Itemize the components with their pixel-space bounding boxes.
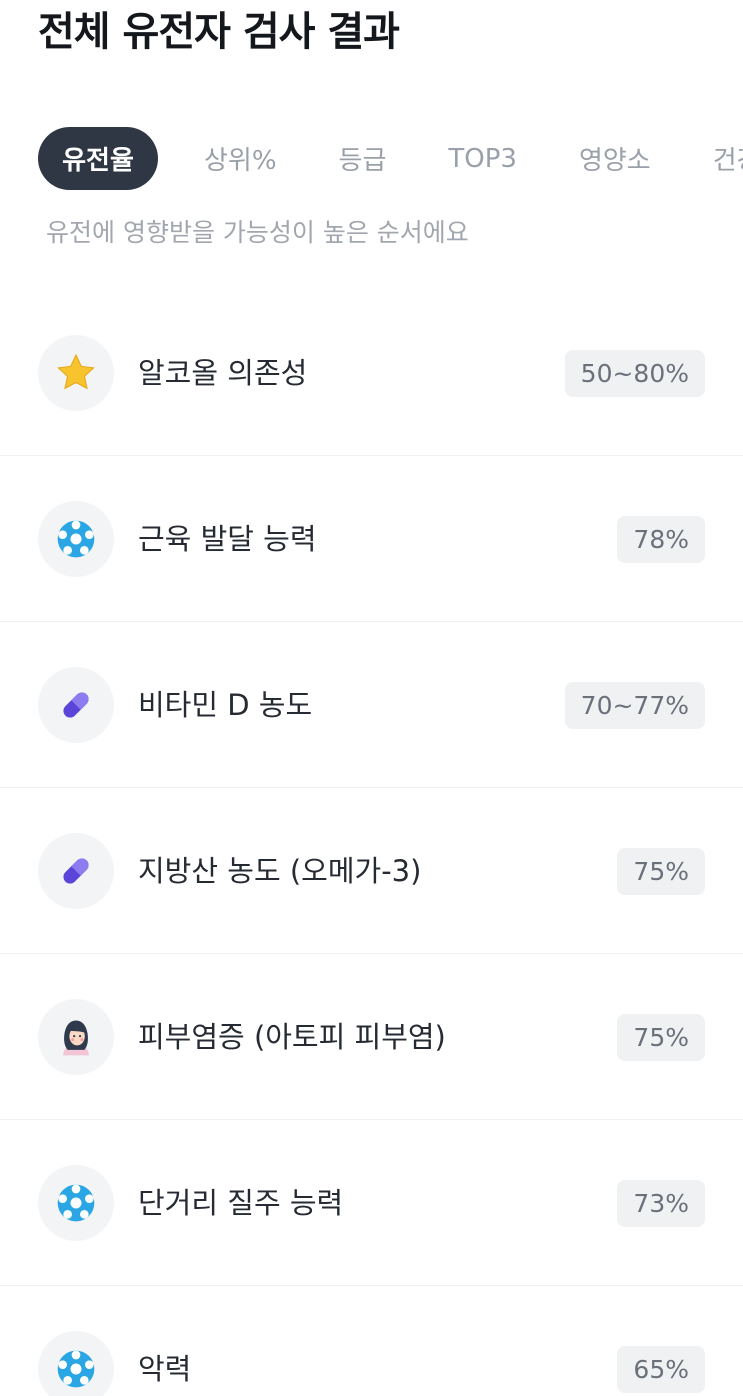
result-list: 알코올 의존성 50~80% 근육 발달 능력 78% 비타민 D 농도 70~… [0, 290, 743, 1396]
pill-icon [38, 667, 114, 743]
heritability-badge: 70~77% [564, 682, 705, 729]
item-label: 단거리 질주 능력 [138, 1186, 344, 1220]
heritability-badge: 75% [617, 1014, 705, 1061]
tab-top-percent[interactable]: 상위% [182, 127, 299, 190]
item-label: 악력 [138, 1352, 192, 1386]
heritability-badge: 65% [617, 1346, 705, 1393]
sort-description: 유전에 영향받을 가능성이 높은 순서에요 [46, 218, 469, 247]
heritability-badge: 50~80% [564, 350, 705, 397]
item-label: 알코올 의존성 [138, 356, 308, 390]
tab-health[interactable]: 건강 [691, 127, 743, 190]
list-item[interactable]: 단거리 질주 능력 73% [0, 1120, 743, 1286]
heritability-badge: 78% [617, 516, 705, 563]
list-item[interactable]: 비타민 D 농도 70~77% [0, 622, 743, 788]
tab-nutrients[interactable]: 영양소 [557, 127, 673, 190]
pill-icon [38, 833, 114, 909]
results-page: 전체 유전자 검사 결과 유전율 상위% 등급 TOP3 영양소 건강 유전에 … [0, 0, 743, 1396]
tab-top3[interactable]: TOP3 [426, 127, 539, 190]
woman-face-icon [38, 999, 114, 1075]
heritability-badge: 73% [617, 1180, 705, 1227]
soccer-ball-icon [38, 501, 114, 577]
page-title: 전체 유전자 검사 결과 [38, 9, 400, 55]
heritability-badge: 75% [617, 848, 705, 895]
list-item[interactable]: 악력 65% [0, 1286, 743, 1396]
soccer-ball-icon [38, 1165, 114, 1241]
tab-heritability[interactable]: 유전율 [38, 127, 158, 190]
item-label: 근육 발달 능력 [138, 522, 317, 556]
list-item[interactable]: 지방산 농도 (오메가-3) 75% [0, 788, 743, 954]
soccer-ball-icon [38, 1331, 114, 1396]
item-label: 피부염증 (아토피 피부염) [138, 1020, 446, 1054]
list-item[interactable]: 알코올 의존성 50~80% [0, 290, 743, 456]
item-label: 지방산 농도 (오메가-3) [138, 854, 422, 888]
list-item[interactable]: 근육 발달 능력 78% [0, 456, 743, 622]
tab-bar: 유전율 상위% 등급 TOP3 영양소 건강 [38, 127, 743, 190]
item-label: 비타민 D 농도 [138, 688, 313, 722]
list-item[interactable]: 피부염증 (아토피 피부염) 75% [0, 954, 743, 1120]
star-icon [38, 335, 114, 411]
tab-grade[interactable]: 등급 [317, 127, 409, 190]
